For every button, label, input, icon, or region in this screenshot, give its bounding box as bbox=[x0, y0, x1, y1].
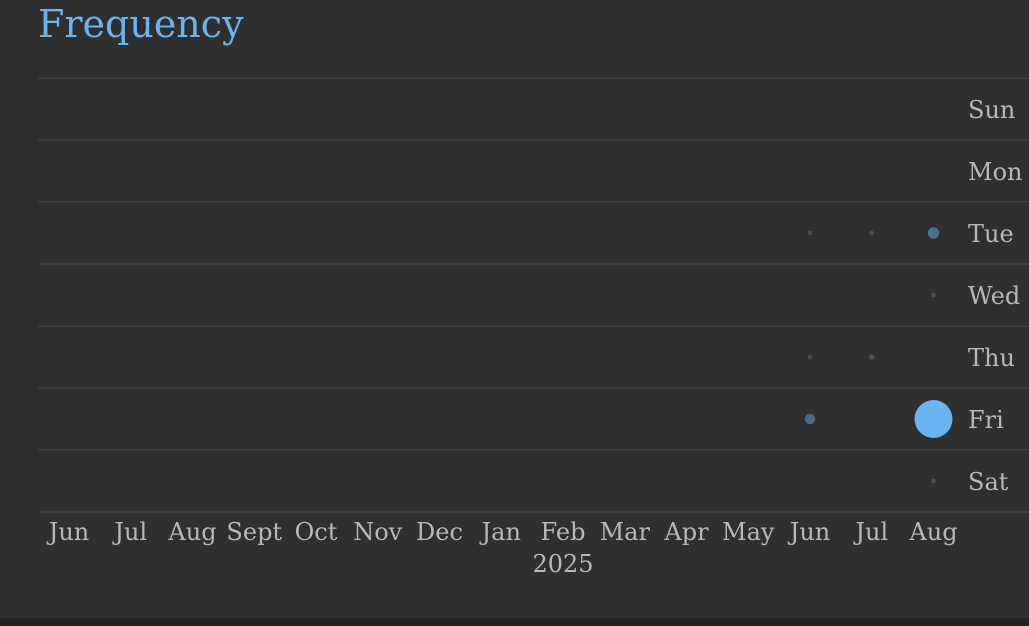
x-tick-label: Mar bbox=[600, 518, 651, 546]
data-point bbox=[868, 354, 875, 360]
y-label-fri: Fri bbox=[968, 406, 1004, 434]
y-label-sat: Sat bbox=[968, 468, 1009, 496]
x-tick-label: May bbox=[722, 518, 775, 546]
data-point bbox=[931, 478, 936, 484]
x-tick-label: Nov bbox=[353, 518, 402, 546]
y-label-tue: Tue bbox=[968, 220, 1014, 248]
x-tick-label: Jul bbox=[852, 518, 888, 546]
x-tick-label: Apr bbox=[663, 518, 709, 546]
frequency-chart: Sun Mon Tue Wed Thu Fri Sat Jun Jul Aug Sept Oct Nov… bbox=[38, 77, 1029, 578]
x-tick-label: Jul bbox=[111, 518, 147, 546]
y-label-sun: Sun bbox=[968, 96, 1015, 124]
x-tick-label: Oct bbox=[295, 518, 338, 546]
data-point bbox=[869, 230, 875, 236]
x-tick-label: Dec bbox=[416, 518, 463, 546]
y-label-wed: Wed bbox=[968, 282, 1020, 310]
frequency-panel: Frequency Sun Mon Tue Wed Thu Fri Sat Jun Jul Aug… bbox=[0, 0, 1029, 626]
data-point bbox=[931, 292, 936, 298]
x-tick-label: Jun bbox=[787, 518, 831, 546]
x-tick-label: Sept bbox=[226, 518, 282, 546]
x-tick-label: Jan bbox=[479, 518, 521, 546]
x-tick-label: Feb bbox=[541, 518, 586, 546]
data-point bbox=[914, 400, 953, 438]
x-tick-label: Aug bbox=[167, 518, 216, 546]
data-point bbox=[807, 354, 813, 360]
data-point bbox=[807, 230, 813, 236]
data-point bbox=[804, 413, 816, 425]
y-label-thu: Thu bbox=[968, 344, 1015, 372]
bottom-divider bbox=[0, 618, 1029, 626]
x-year-label: 2025 bbox=[532, 550, 593, 578]
x-tick-label: Aug bbox=[908, 518, 957, 546]
y-label-mon: Mon bbox=[968, 158, 1022, 186]
data-point bbox=[927, 227, 940, 239]
x-tick-label: Jun bbox=[46, 518, 90, 546]
